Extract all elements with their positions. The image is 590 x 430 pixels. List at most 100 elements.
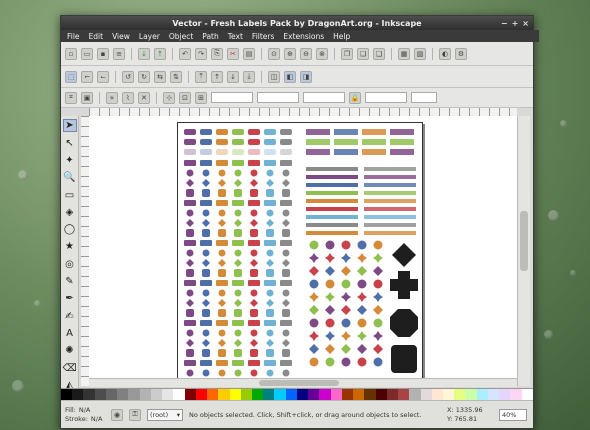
vertical-scrollbar[interactable] <box>517 116 530 386</box>
text-tool-icon[interactable]: A <box>63 327 77 340</box>
y-coordinate-field[interactable] <box>257 92 299 103</box>
zoom-drawing-icon[interactable]: ⊕ <box>284 47 296 60</box>
height-field[interactable] <box>365 92 407 103</box>
snap-midpoints-icon[interactable]: ⊹ <box>163 91 175 104</box>
box-3d-tool-icon[interactable]: ◈ <box>63 206 77 219</box>
duplicate-icon[interactable]: ❐ <box>341 47 353 60</box>
zoom-selection-icon[interactable]: ⊙ <box>268 47 280 60</box>
menu-edit[interactable]: Edit <box>89 32 104 41</box>
layer-lock-icon[interactable]: ⚿ <box>129 408 141 421</box>
export-icon[interactable]: ↑ <box>154 47 166 60</box>
selector-arrow-icon[interactable]: ➤ <box>62 119 77 133</box>
fill-stroke-indicator[interactable]: Fill: N/A Stroke: N/A <box>65 406 105 423</box>
select-all-icon[interactable]: ⬚ <box>65 70 77 83</box>
cut-icon[interactable]: ✂ <box>227 47 239 60</box>
rotate-ccw-icon[interactable]: ↺ <box>122 70 134 83</box>
drawing-canvas[interactable] <box>89 116 517 386</box>
current-layer-select[interactable]: (root) ▾ <box>147 408 183 421</box>
flip-vertical-icon[interactable]: ⇅ <box>170 70 182 83</box>
spiral-tool-icon[interactable]: ◎ <box>63 258 77 271</box>
x-coordinate-field[interactable] <box>211 92 253 103</box>
rotate-cw-icon[interactable]: ↻ <box>138 70 150 83</box>
label-shape <box>309 240 319 250</box>
preferences-icon[interactable]: ⚙ <box>455 47 467 60</box>
group-icon[interactable]: ▦ <box>398 47 410 60</box>
ungroup-icon[interactable]: ▧ <box>414 47 426 60</box>
star-tool-icon[interactable]: ★ <box>63 240 77 253</box>
transform-stroke-icon[interactable]: ◫ <box>268 70 280 83</box>
select-all-layers-icon[interactable]: ⌐ <box>81 70 93 83</box>
vertical-scroll-thumb[interactable] <box>520 211 528 271</box>
unlink-clone-icon[interactable]: ❑ <box>373 47 385 60</box>
tweak-tool-icon[interactable]: ✦ <box>63 154 77 167</box>
snap-centers-icon[interactable]: ⊡ <box>179 91 191 104</box>
menu-layer[interactable]: Layer <box>139 32 160 41</box>
menu-extensions[interactable]: Extensions <box>283 32 324 41</box>
redo-icon[interactable]: ↷ <box>195 47 207 60</box>
clone-icon[interactable]: ❏ <box>357 47 369 60</box>
label-shape <box>266 229 274 237</box>
status-message: No objects selected. Click, Shift+click,… <box>189 410 422 419</box>
menu-view[interactable]: View <box>112 32 130 41</box>
close-button[interactable]: × <box>522 19 529 28</box>
label-shape <box>218 329 226 337</box>
pencil-tool-icon[interactable]: ✎ <box>63 275 77 288</box>
node-tool-icon[interactable]: ↖ <box>63 136 77 149</box>
snap-toggle-icon[interactable]: ⌗ <box>65 91 77 104</box>
snap-paths-icon[interactable]: ⌇ <box>122 91 134 104</box>
print-icon[interactable]: ≡ <box>113 47 125 60</box>
copy-icon[interactable]: ⎘ <box>211 47 223 60</box>
snap-intersections-icon[interactable]: ✕ <box>138 91 150 104</box>
lock-ratio-icon[interactable]: 🔒 <box>349 91 361 104</box>
minimize-button[interactable]: − <box>501 19 508 28</box>
maximize-button[interactable]: + <box>512 19 519 28</box>
snap-guides-icon[interactable]: ⊞ <box>195 91 207 104</box>
layer-visibility-icon[interactable]: ◉ <box>111 408 123 421</box>
deselect-icon[interactable]: ⌙ <box>97 70 109 83</box>
flip-horizontal-icon[interactable]: ⇆ <box>154 70 166 83</box>
transform-gradient-icon[interactable]: ◨ <box>300 70 312 83</box>
zoom-tool-icon[interactable]: 🔍 <box>63 171 77 184</box>
pen-tool-icon[interactable]: ✒ <box>63 292 77 305</box>
import-icon[interactable]: ↓ <box>138 47 150 60</box>
menu-filters[interactable]: Filters <box>252 32 274 41</box>
zoom-field[interactable]: 40% <box>499 408 527 421</box>
label-shape <box>325 331 335 341</box>
save-icon[interactable]: ▪ <box>97 47 109 60</box>
snap-nodes-icon[interactable]: ⋄ <box>106 91 118 104</box>
rectangle-tool-icon[interactable]: ▭ <box>63 188 77 201</box>
title-bar[interactable]: Vector - Fresh Labels Pack by DragonArt.… <box>61 16 533 30</box>
zoom-page-icon[interactable]: ⊖ <box>300 47 312 60</box>
new-document-icon[interactable]: ▫ <box>65 47 77 60</box>
menu-object[interactable]: Object <box>169 32 193 41</box>
eraser-tool-icon[interactable]: ⌫ <box>62 361 76 374</box>
menu-path[interactable]: Path <box>202 32 218 41</box>
calligraphy-tool-icon[interactable]: ✍ <box>63 310 77 323</box>
menu-help[interactable]: Help <box>333 32 350 41</box>
width-field[interactable] <box>303 92 345 103</box>
lower-icon[interactable]: ↓ <box>227 70 239 83</box>
units-select[interactable] <box>411 92 437 103</box>
lower-to-bottom-icon[interactable]: ⤓ <box>243 70 255 83</box>
open-file-icon[interactable]: ▭ <box>81 47 93 60</box>
label-shape <box>234 309 242 317</box>
document-page[interactable] <box>177 122 423 382</box>
labels-artwork[interactable] <box>178 123 422 381</box>
ellipse-tool-icon[interactable]: ◯ <box>63 223 77 236</box>
horizontal-scroll-thumb[interactable] <box>259 380 339 386</box>
zoom-width-icon[interactable]: ⊗ <box>316 47 328 60</box>
transform-corners-icon[interactable]: ◧ <box>284 70 296 83</box>
menu-file[interactable]: File <box>67 32 80 41</box>
menu-text[interactable]: Text <box>228 32 243 41</box>
undo-icon[interactable]: ↶ <box>179 47 191 60</box>
label-shape <box>200 280 212 286</box>
spray-tool-icon[interactable]: ✺ <box>63 344 77 357</box>
current-layer-label: (root) <box>150 410 169 419</box>
snap-bbox-icon[interactable]: ▣ <box>81 91 93 104</box>
raise-icon[interactable]: ↑ <box>211 70 223 83</box>
horizontal-scrollbar[interactable] <box>89 378 517 387</box>
fill-stroke-icon[interactable]: ◐ <box>439 47 451 60</box>
label-shape <box>232 240 244 246</box>
paste-icon[interactable]: ▤ <box>243 47 255 60</box>
raise-to-top-icon[interactable]: ⤒ <box>195 70 207 83</box>
